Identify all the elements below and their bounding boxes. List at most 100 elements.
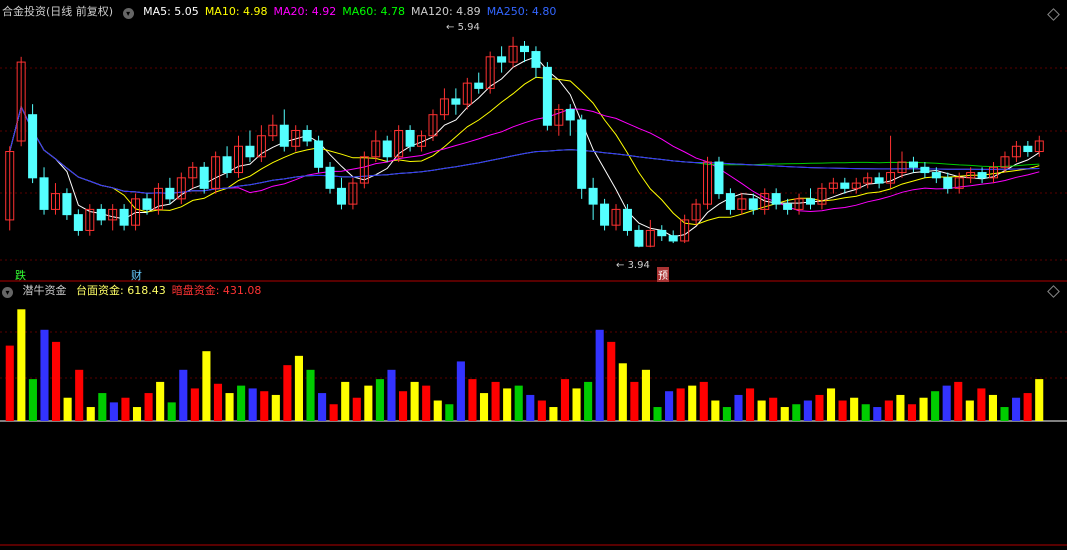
- fund-bar: [514, 385, 523, 421]
- fund-bar: [5, 345, 14, 421]
- candle-body: [714, 161, 724, 195]
- fund-bar: [1023, 393, 1032, 421]
- chart-svg: [0, 36, 1067, 546]
- fund-bar: [190, 388, 199, 421]
- ma-line: [9, 105, 1040, 194]
- fund-bar: [156, 381, 165, 421]
- fund-bar: [919, 397, 928, 421]
- fund-bar: [769, 397, 778, 421]
- fund-bar: [688, 385, 697, 421]
- candle-body: [142, 198, 152, 210]
- candle-body: [668, 235, 678, 242]
- candle-body: [874, 177, 884, 184]
- candle-body: [325, 166, 335, 189]
- candle-body: [577, 119, 587, 189]
- candle-body: [73, 214, 83, 231]
- indicator-legend-item: 台面资金: 618.43: [76, 284, 166, 297]
- ma-line: [9, 76, 1040, 226]
- candle-body: [28, 114, 38, 179]
- candle-body: [222, 156, 232, 174]
- ma-legend-item: MA10: 4.98: [204, 5, 268, 18]
- fund-bar: [456, 361, 465, 421]
- fund-bar: [341, 381, 350, 421]
- fund-bar: [722, 407, 731, 421]
- fund-bar: [792, 404, 801, 421]
- indicator-dropdown-icon[interactable]: ▾: [2, 287, 13, 298]
- fund-bar: [965, 400, 974, 421]
- fund-bar: [607, 341, 616, 421]
- candle-body: [908, 161, 918, 168]
- fund-bar: [838, 400, 847, 421]
- fund-bar: [815, 394, 824, 421]
- fund-bar: [803, 400, 812, 421]
- fund-bar: [526, 394, 535, 421]
- prediction-marker: 预: [657, 267, 669, 282]
- fund-bar: [584, 381, 593, 421]
- candle-body: [302, 129, 312, 142]
- fund-bar: [213, 383, 223, 421]
- candle-body: [588, 187, 598, 205]
- candle-body: [565, 108, 575, 121]
- fund-bar: [884, 400, 893, 421]
- chart-stage: 合金投资(日线 前复权) ▾ MA5: 5.05 MA10: 4.98 MA20: …: [0, 0, 1067, 547]
- ma-legend-item: MA120: 4.89: [410, 5, 481, 18]
- fund-bar: [237, 385, 246, 421]
- fund-bar: [549, 407, 558, 421]
- fund-bar: [896, 394, 905, 421]
- candle-body: [119, 208, 129, 226]
- fund-bar: [445, 404, 454, 421]
- fund-bar: [1035, 379, 1044, 421]
- candle-body: [519, 45, 530, 53]
- candle-body: [39, 177, 49, 210]
- fund-bar: [699, 381, 708, 421]
- candle-body: [977, 172, 987, 179]
- candle-body: [165, 187, 175, 200]
- fund-bar: [479, 393, 489, 421]
- ma-legend-item: MA20: 4.92: [273, 5, 337, 18]
- ma-legend-item: MA60: 4.78: [342, 5, 405, 18]
- fund-bar: [63, 397, 72, 421]
- candle-body: [634, 229, 644, 247]
- candle-body: [542, 66, 552, 126]
- finance-marker: 财: [131, 269, 142, 282]
- fund-bar: [167, 402, 176, 421]
- candle-body: [943, 177, 953, 189]
- fund-bar: [734, 394, 743, 421]
- indicator-legend-item: 暗盘资金: 431.08: [171, 284, 262, 297]
- candle-body: [805, 198, 815, 205]
- fund-bar: [98, 393, 107, 421]
- ma-legend: MA5: 5.05 MA10: 4.98 MA20: 4.92 MA60: 4.78 M…: [143, 5, 562, 18]
- high-price-label: ← 5.94: [446, 22, 480, 33]
- fund-bar: [618, 363, 627, 421]
- candle-body: [336, 187, 346, 205]
- fund-bar: [641, 369, 650, 421]
- fund-bar: [630, 381, 639, 421]
- indicator-title: 潜牛资金: [22, 284, 67, 297]
- fund-bar: [399, 391, 408, 421]
- candle-body: [62, 193, 72, 216]
- fund-bar: [977, 388, 986, 421]
- low-price-label: ← 3.94: [616, 260, 650, 271]
- fund-bar: [410, 381, 419, 421]
- fund-bar: [260, 391, 269, 421]
- fund-bar: [711, 400, 720, 421]
- fund-bar: [52, 341, 61, 421]
- fund-bar: [988, 394, 997, 421]
- bottom-header: ▾ 潜牛资金 台面资金: 618.43 暗盘资金: 431.08: [2, 283, 273, 299]
- fund-bar: [907, 404, 917, 421]
- dropdown-icon[interactable]: ▾: [122, 8, 134, 19]
- fund-bar: [746, 388, 755, 421]
- fund-bar: [653, 407, 662, 421]
- fund-bar: [179, 369, 188, 421]
- top-header: 合金投资(日线 前复权) ▾ MA5: 5.05 MA10: 4.98 MA20: …: [2, 4, 568, 20]
- fund-bar: [491, 381, 500, 421]
- fund-bar: [537, 400, 546, 421]
- candle-body: [748, 198, 758, 210]
- candle-body: [382, 140, 392, 158]
- candle-body: [451, 98, 461, 105]
- candle-body: [725, 193, 735, 210]
- fund-bar: [132, 407, 142, 421]
- fund-bar: [1012, 397, 1021, 421]
- candle-body: [199, 166, 209, 189]
- fund-bar: [931, 391, 940, 421]
